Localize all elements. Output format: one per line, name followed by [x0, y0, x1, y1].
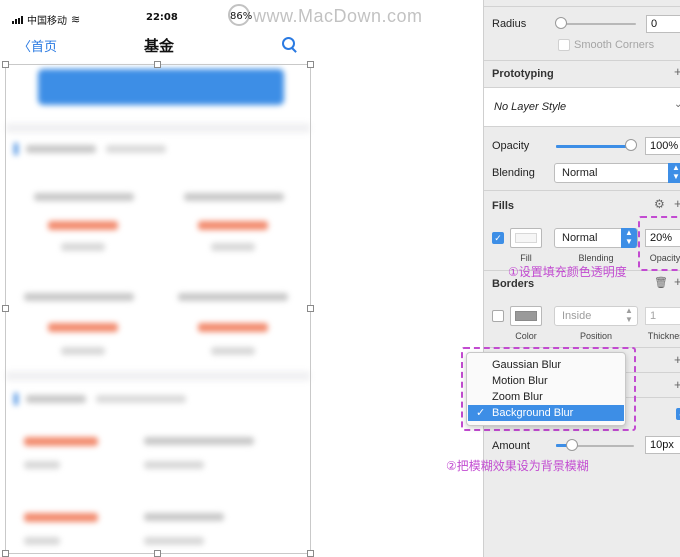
add-shadow-icon[interactable]: +: [674, 352, 680, 367]
smooth-corners-label: Smooth Corners: [574, 39, 655, 51]
layer-style-select[interactable]: No Layer Style: [494, 101, 566, 113]
border-color-swatch[interactable]: [510, 306, 542, 326]
blending-select[interactable]: Normal ▲ ▼: [554, 163, 680, 183]
prototyping-title: Prototyping: [492, 68, 554, 80]
trash-icon[interactable]: 🗑: [654, 276, 668, 289]
border-thickness-input[interactable]: 1: [645, 307, 680, 325]
fills-title: Fills: [492, 200, 515, 212]
position-caption: Position: [579, 331, 613, 341]
signal-icon: [12, 15, 23, 24]
amount-label: Amount: [492, 440, 530, 452]
smooth-corners-checkbox[interactable]: [558, 39, 570, 51]
resize-handle[interactable]: [2, 550, 9, 557]
chevron-down-icon[interactable]: ⌄: [674, 99, 680, 110]
radius-label: Radius: [492, 18, 527, 30]
resize-handle[interactable]: [2, 61, 9, 68]
add-prototyping-icon[interactable]: +: [674, 64, 680, 79]
radius-slider[interactable]: [560, 23, 636, 25]
stepper-icon: ▲ ▼: [668, 163, 680, 183]
opacity-input[interactable]: 100%: [645, 137, 680, 155]
add-fill-icon[interactable]: +: [674, 196, 680, 211]
gear-icon[interactable]: ⚙: [654, 197, 665, 211]
fill-blending-select[interactable]: Normal ▲ ▼: [554, 228, 638, 248]
annotation-2: ②把模糊效果设为背景模糊: [446, 459, 589, 473]
blur-enabled-checkbox[interactable]: ✓: [676, 408, 680, 420]
thickness-caption: Thickness: [647, 331, 680, 341]
blending-label: Blending: [492, 167, 535, 179]
border-position-select[interactable]: Inside ▲ ▼: [554, 306, 638, 326]
menu-item-zoom-blur[interactable]: Zoom Blur: [468, 389, 624, 405]
wifi-icon: ≋: [71, 13, 81, 26]
blending-caption: Blending: [578, 253, 614, 263]
resize-handle[interactable]: [307, 305, 314, 312]
opacity-slider[interactable]: [556, 145, 631, 148]
resize-handle[interactable]: [2, 305, 9, 312]
opacity-highlight: [638, 216, 680, 271]
opacity-slider-knob[interactable]: [625, 139, 637, 151]
border-enabled-checkbox[interactable]: [492, 310, 504, 322]
blur-type-menu: Gaussian Blur Motion Blur Zoom Blur ✓ Bac…: [466, 352, 626, 426]
radius-input[interactable]: 0: [646, 15, 680, 33]
border-position-value: Inside: [562, 310, 592, 322]
resize-handle[interactable]: [154, 61, 161, 68]
opacity-label: Opacity: [492, 140, 530, 152]
search-icon[interactable]: [282, 37, 295, 50]
add-border-icon[interactable]: +: [674, 274, 680, 289]
color-caption: Color: [515, 331, 537, 341]
blending-select-value: Normal: [562, 167, 598, 179]
menu-item-gaussian-blur[interactable]: Gaussian Blur: [468, 357, 624, 373]
status-time: 22:08: [146, 12, 178, 23]
menu-item-background-blur-label: Background Blur: [492, 407, 574, 419]
stepper-icon: ▲ ▼: [625, 306, 633, 324]
fill-enabled-checkbox[interactable]: ✓: [492, 232, 504, 244]
fill-caption: Fill: [520, 253, 532, 263]
watermark-text: www.MacDown.com: [253, 6, 423, 26]
resize-handle[interactable]: [307, 61, 314, 68]
annotation-1: ①设置填充颜色透明度: [508, 265, 627, 279]
stepper-icon: ▲ ▼: [621, 228, 637, 248]
fill-blending-value: Normal: [562, 232, 598, 244]
checkmark-icon: ✓: [476, 407, 486, 419]
page-title: 基金: [143, 37, 174, 55]
resize-handle[interactable]: [154, 550, 161, 557]
fill-color-swatch[interactable]: [510, 228, 542, 248]
radius-slider-knob[interactable]: [555, 17, 567, 29]
menu-item-background-blur[interactable]: ✓ Background Blur: [468, 405, 624, 421]
watermark-logo-icon: [228, 4, 250, 27]
amount-slider-knob[interactable]: [566, 439, 578, 451]
phone-artboard: 中国移动 ≋ 22:08 86% 〈首页 基金: [0, 0, 318, 557]
add-inner-shadow-icon[interactable]: +: [674, 377, 680, 392]
carrier-label: 中国移动: [27, 16, 67, 27]
selection-frame[interactable]: [5, 64, 311, 554]
watermark: www.MacDown.com: [228, 4, 423, 28]
carrier-group: 中国移动 ≋: [12, 12, 80, 27]
resize-handle[interactable]: [307, 550, 314, 557]
nav-bar: 〈首页 基金: [0, 34, 318, 58]
menu-item-motion-blur[interactable]: Motion Blur: [468, 373, 624, 389]
amount-input[interactable]: 10px: [645, 436, 680, 454]
